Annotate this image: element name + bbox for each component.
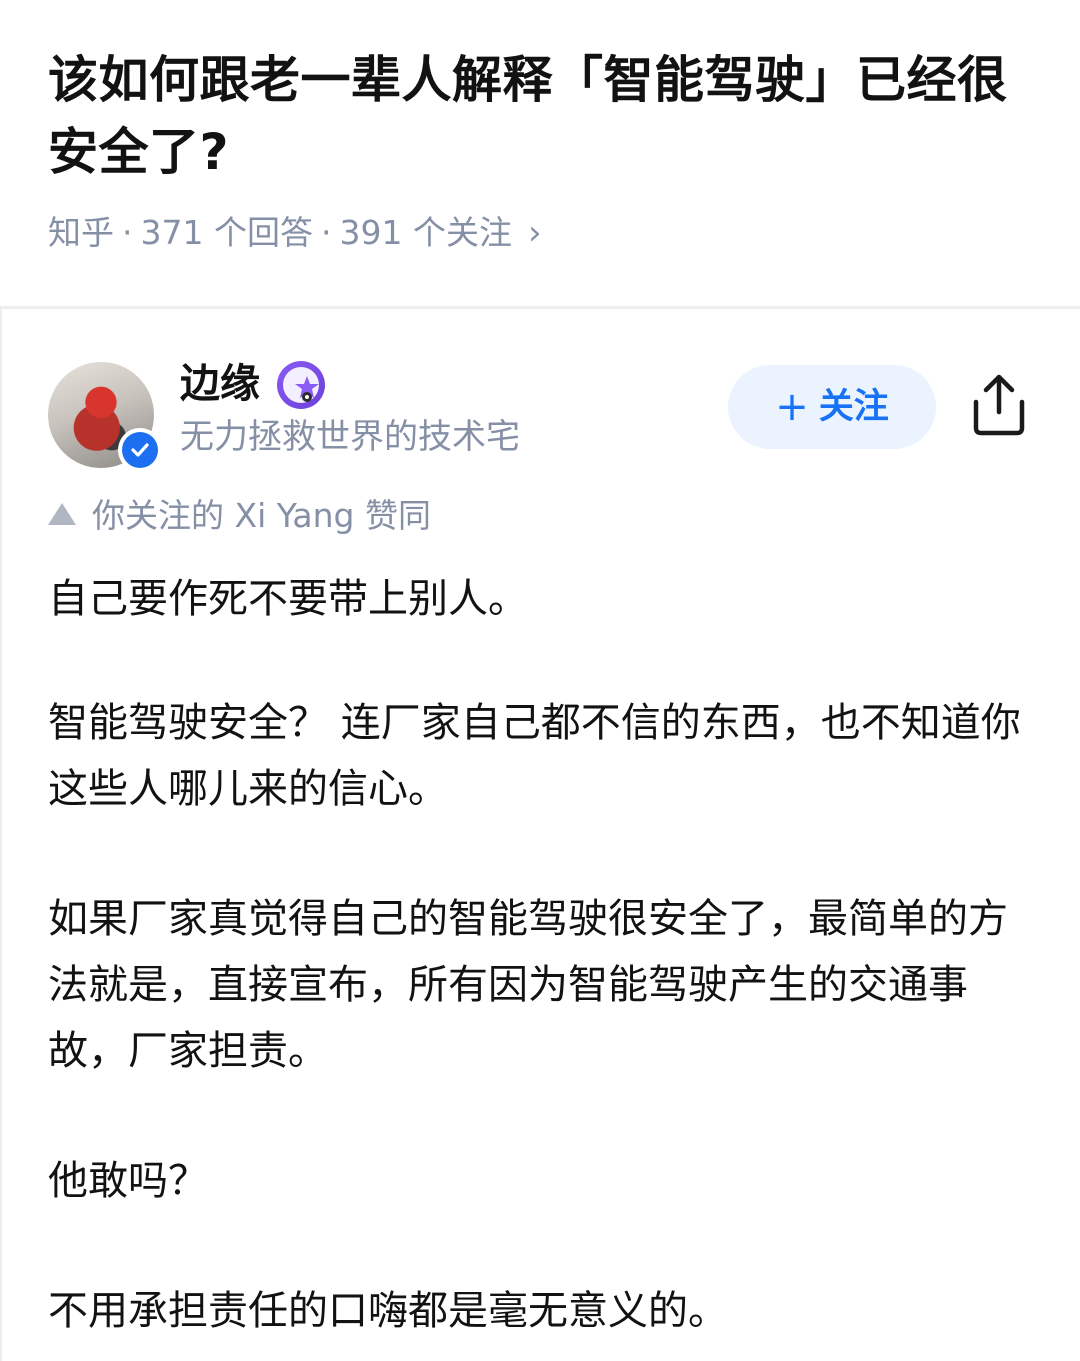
creator-badge-icon[interactable] (277, 361, 325, 409)
answer-paragraph: 不用承担责任的口嗨都是毫无意义的。 (48, 1288, 728, 1334)
followers-count: 391 个关注 (339, 212, 512, 252)
meta-separator: · (320, 212, 332, 252)
answer-paragraph: 自己要作死不要带上别人。 (48, 576, 528, 622)
plus-icon: + (775, 384, 809, 430)
author-name[interactable]: 边缘 (180, 358, 260, 410)
answer-paragraph: 他敢吗？ (48, 1158, 208, 1204)
section-divider (0, 306, 1080, 309)
endorsement-line[interactable]: 你关注的 Xi Yang 赞同 (48, 494, 431, 538)
verified-check-icon (118, 428, 162, 472)
question-title[interactable]: 该如何跟老一辈人解释「智能驾驶」已经很安全了? (48, 44, 1038, 188)
question-header: 该如何跟老一辈人解释「智能驾驶」已经很安全了? 知乎 · 371 个回答 · 391 个… (0, 0, 1080, 306)
meta-separator: · (122, 212, 133, 252)
author-row: 边缘 无力拯救世界的技术宅 + 关注 (0, 340, 1080, 480)
follow-label: 关注 (818, 387, 889, 427)
follow-button[interactable]: + 关注 (728, 365, 936, 449)
endorsement-text: 你关注的 Xi Yang 赞同 (92, 496, 431, 535)
answer-content[interactable]: 自己要作死不要带上别人。 智能驾驶安全？ 连厂家自己都不信的东西，也不知道你这些… (48, 566, 1038, 1361)
source-label: 知乎 (48, 212, 114, 252)
share-icon[interactable] (970, 372, 1028, 438)
answer-paragraph: 智能驾驶安全？ 连厂家自己都不信的东西，也不知道你这些人哪儿来的信心。 (48, 700, 1021, 812)
chevron-right-icon: › (527, 212, 542, 253)
answers-count: 371 个回答 (140, 212, 313, 252)
answer-paragraph: 如果厂家真觉得自己的智能驾驶很安全了，最简单的方法就是，直接宣布，所有因为智能驾… (48, 896, 1008, 1074)
question-meta[interactable]: 知乎 · 371 个回答 · 391 个关注 › (48, 208, 542, 256)
upvote-triangle-icon (48, 503, 76, 525)
author-bio: 无力拯救世界的技术宅 (180, 417, 520, 457)
